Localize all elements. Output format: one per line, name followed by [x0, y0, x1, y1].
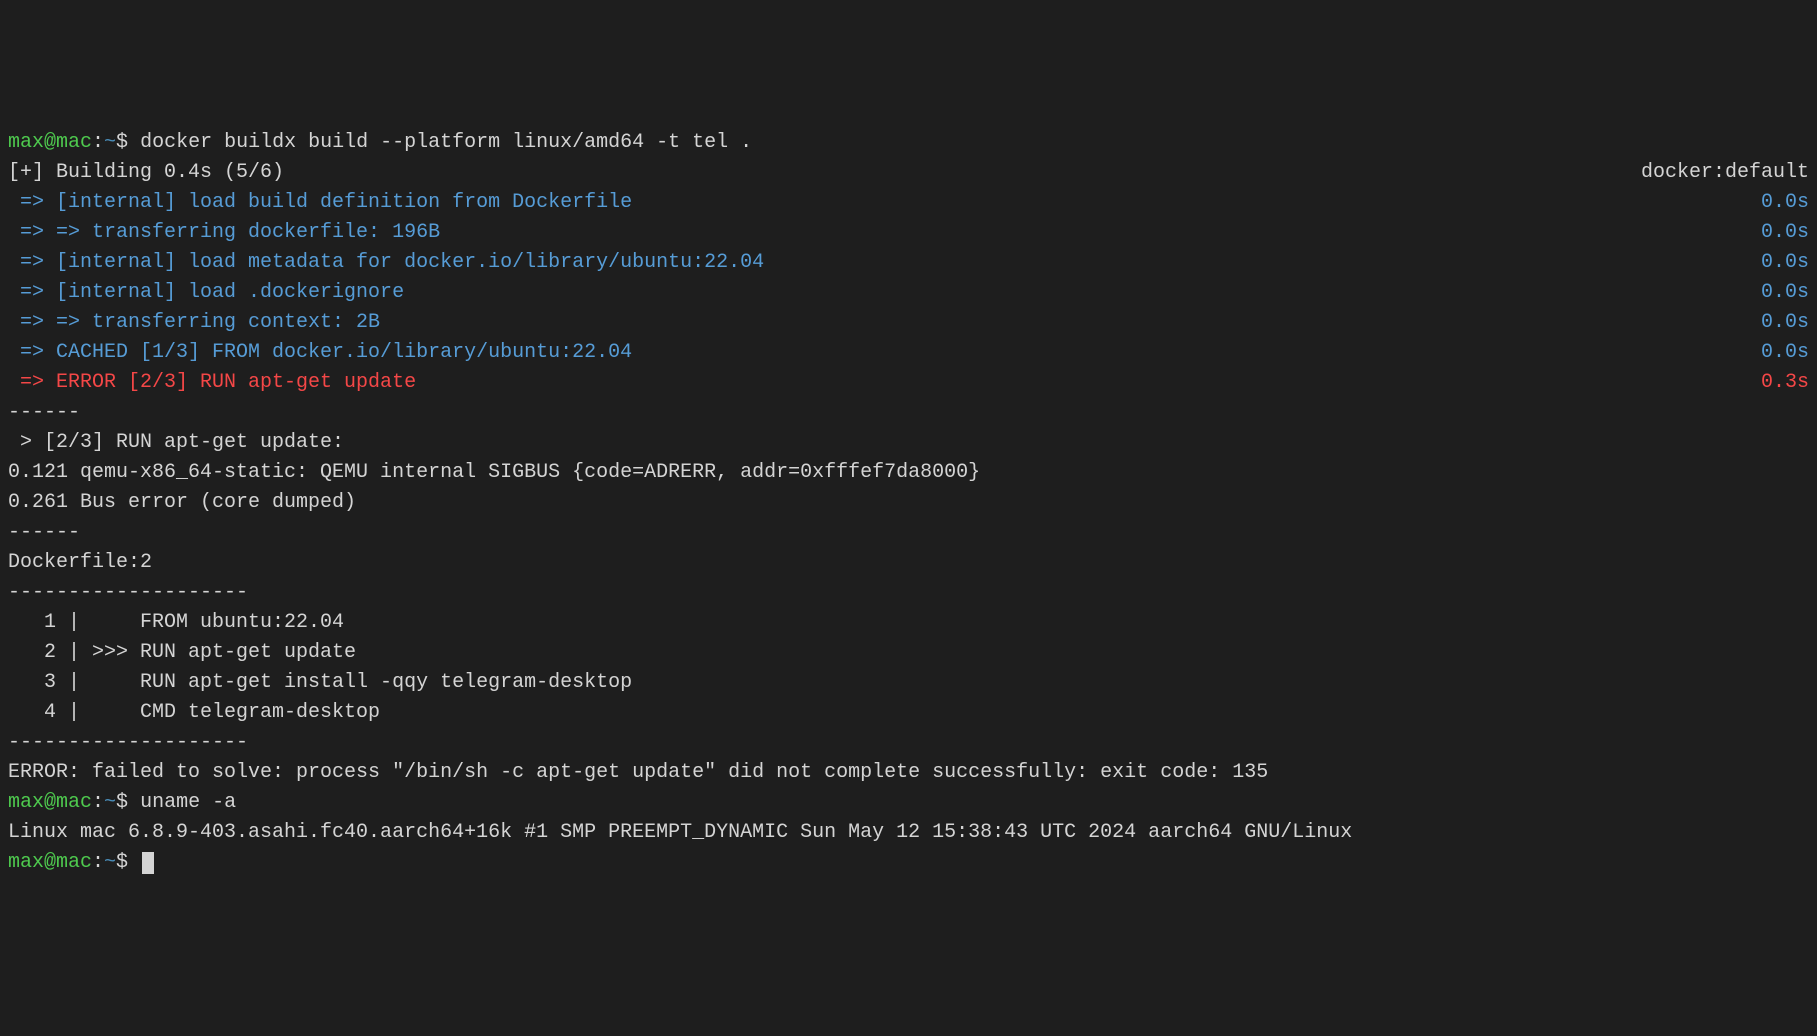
dockerfile-line: 1 | FROM ubuntu:22.04: [8, 608, 1809, 638]
build-step: => [internal] load build definition from…: [8, 188, 1809, 218]
dockerfile-listing: 1 | FROM ubuntu:22.04 2 | >>> RUN apt-ge…: [8, 608, 1809, 728]
build-step-time: 0.0s: [1761, 338, 1809, 368]
prompt-line-1: max@mac:~$ docker buildx build --platfor…: [8, 128, 1809, 158]
build-step: => ERROR [2/3] RUN apt-get update 0.3s: [8, 368, 1809, 398]
divider: ------: [8, 398, 1809, 428]
prompt-colon: :: [92, 791, 104, 814]
bus-error-line: 0.261 Bus error (core dumped): [8, 488, 1809, 518]
build-step: => => transferring context: 2B 0.0s: [8, 308, 1809, 338]
prompt-path: ~: [104, 851, 116, 874]
build-step-time: 0.0s: [1761, 218, 1809, 248]
build-header-line: [+] Building 0.4s (5/6) docker:default: [8, 158, 1809, 188]
build-step: => [internal] load .dockerignore 0.0s: [8, 278, 1809, 308]
prompt-dollar: $: [116, 791, 140, 814]
build-driver: docker:default: [1641, 158, 1809, 188]
dockerfile-label: Dockerfile:2: [8, 548, 1809, 578]
prompt-colon: :: [92, 131, 104, 154]
uname-output: Linux mac 6.8.9-403.asahi.fc40.aarch64+1…: [8, 818, 1809, 848]
build-step-time: 0.0s: [1761, 278, 1809, 308]
cursor: [142, 852, 154, 874]
divider: --------------------: [8, 578, 1809, 608]
build-step-text: => [internal] load metadata for docker.i…: [8, 248, 764, 278]
build-step: => [internal] load metadata for docker.i…: [8, 248, 1809, 278]
prompt-path: ~: [104, 131, 116, 154]
build-step: => => transferring dockerfile: 196B 0.0s: [8, 218, 1809, 248]
build-step-text: => [internal] load build definition from…: [8, 188, 632, 218]
build-step-text: => ERROR [2/3] RUN apt-get update: [8, 368, 416, 398]
prompt-user-host: max@mac: [8, 131, 92, 154]
error-step-header: > [2/3] RUN apt-get update:: [8, 428, 1809, 458]
final-error: ERROR: failed to solve: process "/bin/sh…: [8, 758, 1809, 788]
command-text: docker buildx build --platform linux/amd…: [140, 131, 752, 154]
prompt-line-3: max@mac:~$: [8, 848, 1809, 878]
qemu-error-line: 0.121 qemu-x86_64-static: QEMU internal …: [8, 458, 1809, 488]
build-status: [+] Building 0.4s (5/6): [8, 158, 284, 188]
build-step-time: 0.0s: [1761, 248, 1809, 278]
build-step-text: => CACHED [1/3] FROM docker.io/library/u…: [8, 338, 632, 368]
prompt-dollar: $: [116, 131, 140, 154]
prompt-line-2: max@mac:~$ uname -a: [8, 788, 1809, 818]
divider: --------------------: [8, 728, 1809, 758]
prompt-user-host: max@mac: [8, 851, 92, 874]
prompt-path: ~: [104, 791, 116, 814]
prompt-dollar: $: [116, 851, 140, 874]
terminal-output[interactable]: max@mac:~$ docker buildx build --platfor…: [8, 128, 1809, 878]
build-step-time: 0.3s: [1761, 368, 1809, 398]
command-text: uname -a: [140, 791, 236, 814]
divider: ------: [8, 518, 1809, 548]
dockerfile-line: 3 | RUN apt-get install -qqy telegram-de…: [8, 668, 1809, 698]
build-step-time: 0.0s: [1761, 308, 1809, 338]
dockerfile-line: 2 | >>> RUN apt-get update: [8, 638, 1809, 668]
prompt-colon: :: [92, 851, 104, 874]
build-steps: => [internal] load build definition from…: [8, 188, 1809, 398]
build-step-time: 0.0s: [1761, 188, 1809, 218]
dockerfile-line: 4 | CMD telegram-desktop: [8, 698, 1809, 728]
build-step-text: => [internal] load .dockerignore: [8, 278, 404, 308]
build-step: => CACHED [1/3] FROM docker.io/library/u…: [8, 338, 1809, 368]
build-step-text: => => transferring context: 2B: [8, 308, 380, 338]
prompt-user-host: max@mac: [8, 791, 92, 814]
build-step-text: => => transferring dockerfile: 196B: [8, 218, 440, 248]
